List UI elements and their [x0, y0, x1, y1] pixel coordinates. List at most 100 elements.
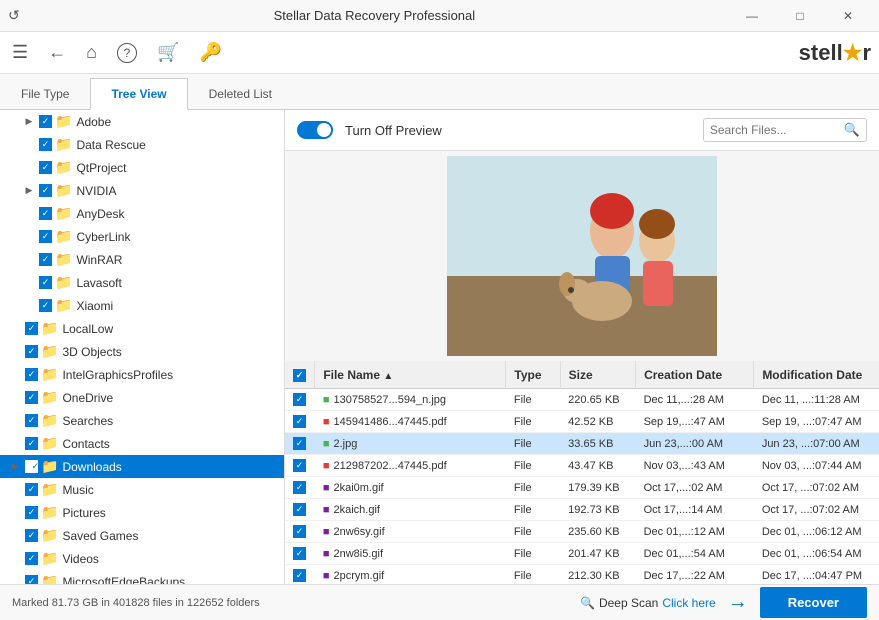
sidebar-item-nvidia[interactable]: ▶ ✓ 📁 NVIDIA	[0, 179, 284, 202]
col-header-name[interactable]: File Name ▲	[315, 361, 506, 389]
home-button[interactable]: ⌂	[82, 38, 101, 67]
tree-checkbox[interactable]: ✓	[39, 138, 52, 151]
tree-checkbox[interactable]: ✓	[39, 207, 52, 220]
tree-checkbox[interactable]: ✓	[39, 184, 52, 197]
sidebar-item-intelgraphicsprofiles[interactable]: ✓ 📁 IntelGraphicsProfiles	[0, 363, 284, 386]
sidebar-item-xiaomi[interactable]: ✓ 📁 Xiaomi	[0, 294, 284, 317]
deep-scan-link[interactable]: Click here	[662, 596, 715, 610]
row-checkbox[interactable]: ✓	[293, 481, 306, 494]
tree-checkbox[interactable]: ✓	[25, 391, 38, 404]
sidebar-item-3d-objects[interactable]: ✓ 📁 3D Objects	[0, 340, 284, 363]
row-checkbox-cell[interactable]: ✓	[285, 477, 315, 499]
row-checkbox-cell[interactable]: ✓	[285, 389, 315, 411]
tree-checkbox[interactable]: ✓	[25, 437, 38, 450]
row-checkbox-cell[interactable]: ✓	[285, 411, 315, 433]
tree-checkbox[interactable]: ✓	[39, 115, 52, 128]
table-row[interactable]: ✓ ■212987202...47445.pdf File 43.47 KB N…	[285, 455, 879, 477]
tree-checkbox[interactable]: ✓	[25, 483, 38, 496]
help-icon: ?	[117, 43, 137, 63]
cart-button[interactable]: 🛒	[153, 38, 183, 67]
sidebar-item-cyberlink[interactable]: ✓ 📁 CyberLink	[0, 225, 284, 248]
col-header-type[interactable]: Type	[506, 361, 560, 389]
table-row[interactable]: ✓ ■2kai0m.gif File 179.39 KB Oct 17,...:…	[285, 477, 879, 499]
sidebar-item-pictures[interactable]: ✓ 📁 Pictures	[0, 501, 284, 524]
tree-label: AnyDesk	[76, 207, 124, 221]
row-checkbox-cell[interactable]: ✓	[285, 455, 315, 477]
table-row[interactable]: ✓ ■2nw8i5.gif File 201.47 KB Dec 01,...:…	[285, 543, 879, 565]
tab-deleted-list[interactable]: Deleted List	[188, 78, 293, 109]
tab-file-type[interactable]: File Type	[0, 78, 90, 109]
back-button[interactable]: ←	[44, 38, 70, 67]
table-row[interactable]: ✓ ■2kaich.gif File 192.73 KB Oct 17,...:…	[285, 499, 879, 521]
sidebar-item-contacts[interactable]: ✓ 📁 Contacts	[0, 432, 284, 455]
sidebar-item-adobe[interactable]: ▶ ✓ 📁 Adobe	[0, 110, 284, 133]
table-row[interactable]: ✓ ■145941486...47445.pdf File 42.52 KB S…	[285, 411, 879, 433]
row-modified: Dec 01, ...:06:12 AM	[754, 521, 879, 543]
sidebar-item-locallow[interactable]: ✓ 📁 LocalLow	[0, 317, 284, 340]
table-row[interactable]: ✓ ■2nw6sy.gif File 235.60 KB Dec 01,...:…	[285, 521, 879, 543]
key-button[interactable]: 🔑	[195, 38, 225, 67]
tree-arrow	[8, 391, 22, 405]
sidebar-item-downloads[interactable]: ▶ ✓ 📁 Downloads	[0, 455, 284, 478]
tab-tree-view[interactable]: Tree View	[90, 78, 187, 110]
row-checkbox[interactable]: ✓	[293, 415, 306, 428]
minimize-button[interactable]: —	[729, 0, 775, 32]
col-header-size[interactable]: Size	[560, 361, 635, 389]
sidebar-item-videos[interactable]: ✓ 📁 Videos	[0, 547, 284, 570]
tree-checkbox[interactable]: ✓	[39, 253, 52, 266]
row-checkbox[interactable]: ✓	[293, 503, 306, 516]
sidebar-item-qtproject[interactable]: ✓ 📁 QtProject	[0, 156, 284, 179]
close-button[interactable]: ✕	[825, 0, 871, 32]
tree-checkbox[interactable]: ✓	[39, 276, 52, 289]
sidebar-item-onedrive[interactable]: ✓ 📁 OneDrive	[0, 386, 284, 409]
tree-checkbox[interactable]: ✓	[25, 460, 38, 473]
search-input[interactable]	[710, 123, 840, 137]
table-row[interactable]: ✓ ■130758527...594_n.jpg File 220.65 KB …	[285, 389, 879, 411]
preview-toggle[interactable]	[297, 121, 333, 139]
sidebar-item-lavasoft[interactable]: ✓ 📁 Lavasoft	[0, 271, 284, 294]
tree-checkbox[interactable]: ✓	[25, 345, 38, 358]
row-checkbox-cell[interactable]: ✓	[285, 433, 315, 455]
sidebar-item-microsoftedgebackups[interactable]: ✓ 📁 MicrosoftEdgeBackups	[0, 570, 284, 584]
row-checkbox[interactable]: ✓	[293, 459, 306, 472]
tree-checkbox[interactable]: ✓	[39, 299, 52, 312]
sidebar-item-data-rescue[interactable]: ✓ 📁 Data Rescue	[0, 133, 284, 156]
col-header-modified[interactable]: Modification Date	[754, 361, 879, 389]
row-checkbox[interactable]: ✓	[293, 437, 306, 450]
table-row[interactable]: ✓ ■2pcrym.gif File 212.30 KB Dec 17,...:…	[285, 565, 879, 585]
tree-checkbox[interactable]: ✓	[25, 575, 38, 584]
row-checkbox-cell[interactable]: ✓	[285, 499, 315, 521]
tree-checkbox[interactable]: ✓	[39, 161, 52, 174]
help-button[interactable]: ?	[113, 39, 141, 67]
row-checkbox-cell[interactable]: ✓	[285, 543, 315, 565]
row-checkbox[interactable]: ✓	[293, 393, 306, 406]
tree-checkbox[interactable]: ✓	[25, 322, 38, 335]
tree-checkbox[interactable]: ✓	[25, 368, 38, 381]
sidebar-item-winrar[interactable]: ✓ 📁 WinRAR	[0, 248, 284, 271]
recover-button[interactable]: Recover	[760, 587, 867, 618]
sidebar-item-saved-games[interactable]: ✓ 📁 Saved Games	[0, 524, 284, 547]
select-all-checkbox[interactable]: ✓	[293, 369, 306, 382]
sidebar-item-music[interactable]: ✓ 📁 Music	[0, 478, 284, 501]
tree-checkbox[interactable]: ✓	[39, 230, 52, 243]
row-checkbox[interactable]: ✓	[293, 569, 306, 582]
tree-label: MicrosoftEdgeBackups	[62, 575, 185, 585]
sidebar-item-searches[interactable]: ✓ 📁 Searches	[0, 409, 284, 432]
content-area: Turn Off Preview 🔍	[285, 110, 879, 584]
row-checkbox[interactable]: ✓	[293, 525, 306, 538]
file-type-icon: ■	[323, 526, 330, 538]
table-row[interactable]: ✓ ■2.jpg File 33.65 KB Jun 23,...:00 AM …	[285, 433, 879, 455]
tree-checkbox[interactable]: ✓	[25, 506, 38, 519]
maximize-button[interactable]: □	[777, 0, 823, 32]
tree-checkbox[interactable]: ✓	[25, 552, 38, 565]
row-checkbox-cell[interactable]: ✓	[285, 521, 315, 543]
menu-button[interactable]: ☰	[8, 38, 32, 67]
file-type-icon: ■	[323, 482, 330, 494]
tree-checkbox[interactable]: ✓	[25, 529, 38, 542]
row-checkbox[interactable]: ✓	[293, 547, 306, 560]
col-header-created[interactable]: Creation Date	[636, 361, 754, 389]
row-checkbox-cell[interactable]: ✓	[285, 565, 315, 585]
sidebar-item-anydesk[interactable]: ✓ 📁 AnyDesk	[0, 202, 284, 225]
row-created: Dec 17,...:22 AM	[636, 565, 754, 585]
tree-checkbox[interactable]: ✓	[25, 414, 38, 427]
